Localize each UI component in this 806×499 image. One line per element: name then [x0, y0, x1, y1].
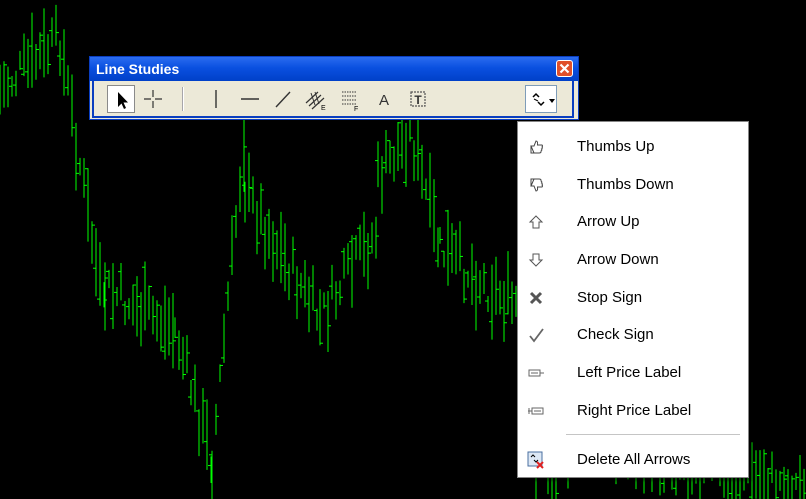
trendline-tool[interactable] [269, 85, 297, 113]
tool-strip: E F A T [92, 81, 574, 118]
menu-item-check-sign[interactable]: Check Sign [520, 317, 746, 353]
arrows-dropdown-icon [532, 92, 555, 107]
cursor-tool[interactable] [107, 85, 135, 113]
menu-separator [566, 434, 740, 435]
equidistant-channel-icon: E [305, 91, 326, 112]
svg-text:A: A [379, 92, 389, 109]
arrow-up-icon [527, 213, 545, 231]
text-label-tool[interactable]: T [404, 85, 432, 113]
line-studies-toolbar: Line Studies E F A T [89, 56, 579, 120]
menu-item-arrow-down[interactable]: Arrow Down [520, 242, 746, 278]
left-price-label-icon [527, 364, 545, 382]
horizontal-line-tool[interactable] [236, 85, 264, 113]
thumbs-up-icon [527, 138, 545, 156]
svg-text:E: E [321, 105, 326, 112]
horizontal-line-icon [241, 98, 259, 100]
crosshair-tool[interactable] [139, 85, 167, 113]
vertical-line-icon [215, 90, 217, 108]
text-label-icon: T [410, 91, 426, 107]
close-icon [559, 63, 570, 74]
menu-item-thumbs-down[interactable]: Thumbs Down [520, 167, 746, 203]
crosshair-icon [144, 90, 162, 108]
toolbar-titlebar[interactable]: Line Studies [90, 57, 578, 81]
toolbar-title: Line Studies [96, 61, 180, 77]
delete-arrows-icon [527, 451, 545, 469]
equidistant-channel-tool[interactable]: E [302, 85, 330, 113]
menu-item-delete-all-arrows[interactable]: Delete All Arrows [520, 442, 746, 478]
menu-item-left-price-label[interactable]: Left Price Label [520, 355, 746, 391]
toolbar-separator [182, 87, 184, 111]
arrows-dropdown-menu: Thumbs Up Thumbs Down Arrow Up Arrow Dow… [517, 121, 749, 478]
menu-item-stop-sign[interactable]: Stop Sign [520, 280, 746, 316]
vertical-line-tool[interactable] [202, 85, 230, 113]
text-a-icon: A [379, 92, 389, 109]
stop-sign-icon [527, 289, 545, 307]
close-button[interactable] [556, 60, 573, 77]
trendline-icon [275, 91, 291, 108]
arrows-menu-tool[interactable] [525, 85, 557, 113]
svg-text:T: T [414, 93, 422, 107]
right-price-label-icon [527, 402, 545, 420]
fibonacci-retracement-tool[interactable]: F [336, 85, 364, 113]
thumbs-down-icon [527, 176, 545, 194]
arrow-cursor-icon [118, 92, 128, 109]
arrow-down-icon [527, 251, 545, 269]
text-tool[interactable]: A [370, 85, 398, 113]
menu-item-arrow-up[interactable]: Arrow Up [520, 204, 746, 240]
svg-text:F: F [354, 106, 358, 113]
fibonacci-icon: F [342, 91, 358, 113]
menu-item-thumbs-up[interactable]: Thumbs Up [520, 129, 746, 165]
check-sign-icon [527, 326, 545, 344]
menu-item-right-price-label[interactable]: Right Price Label [520, 393, 746, 429]
